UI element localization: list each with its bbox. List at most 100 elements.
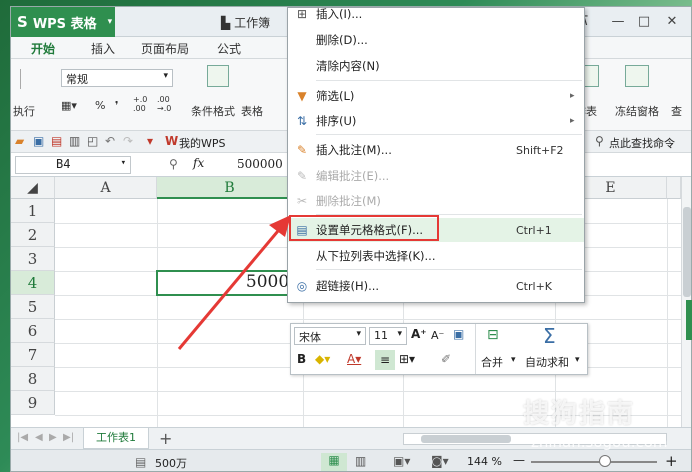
page-break-view-icon[interactable]: ▥ xyxy=(355,454,366,468)
shrink-font-icon[interactable]: A⁻ xyxy=(431,329,444,342)
percent-button[interactable]: % xyxy=(95,99,105,112)
freeze-panes-button[interactable]: 冻结窗格 xyxy=(615,103,659,119)
tab-insert[interactable]: 插入 xyxy=(91,40,115,57)
clear-format-icon[interactable]: ▣ xyxy=(453,327,464,341)
autosum-button[interactable]: 自动求和 xyxy=(525,354,569,370)
print-icon[interactable]: ▥ xyxy=(69,134,80,148)
borders-icon[interactable]: ⊞▾ xyxy=(399,352,415,366)
currency-icon[interactable]: ▦▾ xyxy=(61,99,77,112)
sheet-nav-last-icon[interactable]: ▶| xyxy=(63,432,74,443)
grid-line xyxy=(157,199,158,427)
normal-view-icon[interactable]: ▦ xyxy=(321,453,347,471)
row-header-7[interactable]: 7 xyxy=(11,343,55,367)
zoom-out-button[interactable]: — xyxy=(513,453,525,467)
execute-label[interactable]: 执行 xyxy=(13,103,35,119)
select-all-corner[interactable]: ◢ xyxy=(11,177,55,199)
wps-menu-button[interactable]: S WPS 表格 ▾ xyxy=(11,7,115,37)
sheet-nav-next-icon[interactable]: ▶ xyxy=(49,432,57,443)
minimize-button[interactable]: — xyxy=(607,12,629,32)
find-command-box[interactable]: 点此查找命令 xyxy=(609,135,675,151)
export-pdf-icon[interactable]: ▤ xyxy=(51,134,62,148)
fx-button[interactable]: fx xyxy=(193,156,204,170)
chevron-down-icon: ▾ xyxy=(511,355,516,365)
zoom-level[interactable]: 144 % xyxy=(467,455,502,468)
autosum-icon[interactable]: Σ xyxy=(543,324,556,348)
menu-item-sort[interactable]: ⇅ 排序(U) ▸ xyxy=(288,109,584,133)
row-header-5[interactable]: 5 xyxy=(11,295,55,319)
bold-icon[interactable]: B xyxy=(297,352,306,366)
chevron-down-icon: ▾ xyxy=(163,71,168,81)
highlight-box xyxy=(289,215,439,241)
my-wps-link[interactable]: 我的WPS xyxy=(179,135,226,151)
formula-input[interactable]: 500000 xyxy=(237,157,283,171)
font-name-dropdown[interactable]: 宋体 ▾ xyxy=(294,327,366,345)
row-header-6[interactable]: 6 xyxy=(11,319,55,343)
row-header-9[interactable]: 9 xyxy=(11,391,55,415)
menu-item-delete[interactable]: 删除(D)... xyxy=(288,28,584,52)
grow-font-icon[interactable]: A⁺ xyxy=(411,327,427,341)
maximize-button[interactable]: □ xyxy=(633,12,655,32)
arrow-shaft xyxy=(177,224,285,350)
comma-button[interactable]: ❜ xyxy=(115,99,119,112)
number-format-dropdown[interactable]: 常规 ▾ xyxy=(61,69,173,87)
font-size-dropdown[interactable]: 11 ▾ xyxy=(369,327,407,345)
font-color-icon[interactable]: A▾ xyxy=(347,352,361,366)
increase-decimal-button[interactable]: +.0 .00 xyxy=(133,95,153,113)
close-button[interactable]: ✕ xyxy=(661,12,683,32)
sheet-tab-1[interactable]: 工作表1 xyxy=(83,428,149,449)
column-header-b[interactable]: B xyxy=(157,177,303,199)
row-header-4[interactable]: 4 xyxy=(11,271,55,295)
menu-item-filter[interactable]: ▼ 筛选(L) ▸ xyxy=(288,84,584,108)
vertical-scroll-thumb[interactable] xyxy=(683,207,691,297)
undo-icon[interactable]: ↶ xyxy=(105,134,115,148)
save-icon[interactable]: ▣ xyxy=(33,134,44,148)
sheet-nav-prev-icon[interactable]: ◀ xyxy=(35,432,43,443)
open-folder-icon[interactable]: ▰ xyxy=(15,134,24,148)
merge-cells-icon[interactable]: ⊟ xyxy=(487,327,499,343)
zoom-slider[interactable] xyxy=(531,461,657,463)
row-header-1[interactable]: 1 xyxy=(11,199,55,223)
table-style-button[interactable]: 表格 xyxy=(241,103,263,119)
ribbon-scroll-left[interactable] xyxy=(11,69,21,89)
freeze-panes-icon[interactable] xyxy=(625,65,649,87)
horizontal-scroll-thumb[interactable] xyxy=(421,435,511,443)
conditional-format-button[interactable]: 条件格式 xyxy=(191,103,235,119)
sum-value: 500万 xyxy=(155,457,187,470)
column-header-a[interactable]: A xyxy=(55,177,157,199)
menu-item-clear-contents[interactable]: 清除内容(N) xyxy=(288,54,584,78)
format-painter-icon[interactable]: ✐ xyxy=(441,352,451,366)
tab-page-layout[interactable]: 页面布局 xyxy=(141,40,189,57)
fill-color-icon[interactable]: ◆▾ xyxy=(315,352,330,366)
menu-item-insert[interactable]: ⊞ 插入(I)... xyxy=(288,7,584,26)
status-bar: ▤ 500万 ▦ ▥ ▣▾ ◙▾ 144 % — + xyxy=(11,449,691,471)
menu-item-hyperlink[interactable]: ◎ 超链接(H)... Ctrl+K xyxy=(288,274,584,298)
row-header-3[interactable]: 3 xyxy=(11,247,55,271)
redo-icon[interactable]: ↷ xyxy=(123,134,133,148)
add-sheet-button[interactable]: + xyxy=(159,429,172,448)
row-header-2[interactable]: 2 xyxy=(11,223,55,247)
watermark-url: zhinan.sogou.com xyxy=(531,433,668,451)
zoom-slider-thumb[interactable] xyxy=(599,455,611,467)
eye-protection-icon[interactable]: ◙▾ xyxy=(431,454,449,468)
print-preview-icon[interactable]: ◰ xyxy=(87,134,98,148)
menu-item-edit-comment: ✎ 编辑批注(E)... xyxy=(288,164,584,188)
menu-item-insert-comment[interactable]: ✎ 插入批注(M)... Shift+F2 xyxy=(288,138,584,162)
tab-home[interactable]: 开始 xyxy=(31,40,56,61)
conditional-format-icon[interactable] xyxy=(207,65,229,87)
side-panel-tab[interactable] xyxy=(686,300,692,340)
reading-mode-icon[interactable]: ▣▾ xyxy=(393,454,410,468)
row-header-8[interactable]: 8 xyxy=(11,367,55,391)
decrease-decimal-button[interactable]: .00 →.0 xyxy=(157,95,177,113)
merge-button[interactable]: 合并 xyxy=(481,354,503,370)
customize-icon[interactable]: ▾ xyxy=(147,134,153,148)
menu-item-pick-from-list[interactable]: 从下拉列表中选择(K)... xyxy=(288,244,584,268)
column-header-f[interactable] xyxy=(667,177,681,199)
chevron-down-icon: ▾ xyxy=(575,355,580,365)
search-cut-label[interactable]: 查 xyxy=(671,103,682,119)
zoom-lens-icon[interactable]: ⚲ xyxy=(169,157,178,171)
sheet-nav-first-icon[interactable]: |◀ xyxy=(17,432,28,443)
name-box[interactable]: B4 ▾ xyxy=(15,156,131,174)
align-center-icon[interactable]: ≡ xyxy=(375,350,395,370)
tab-formulas[interactable]: 公式 xyxy=(217,40,241,57)
zoom-in-button[interactable]: + xyxy=(665,452,678,470)
